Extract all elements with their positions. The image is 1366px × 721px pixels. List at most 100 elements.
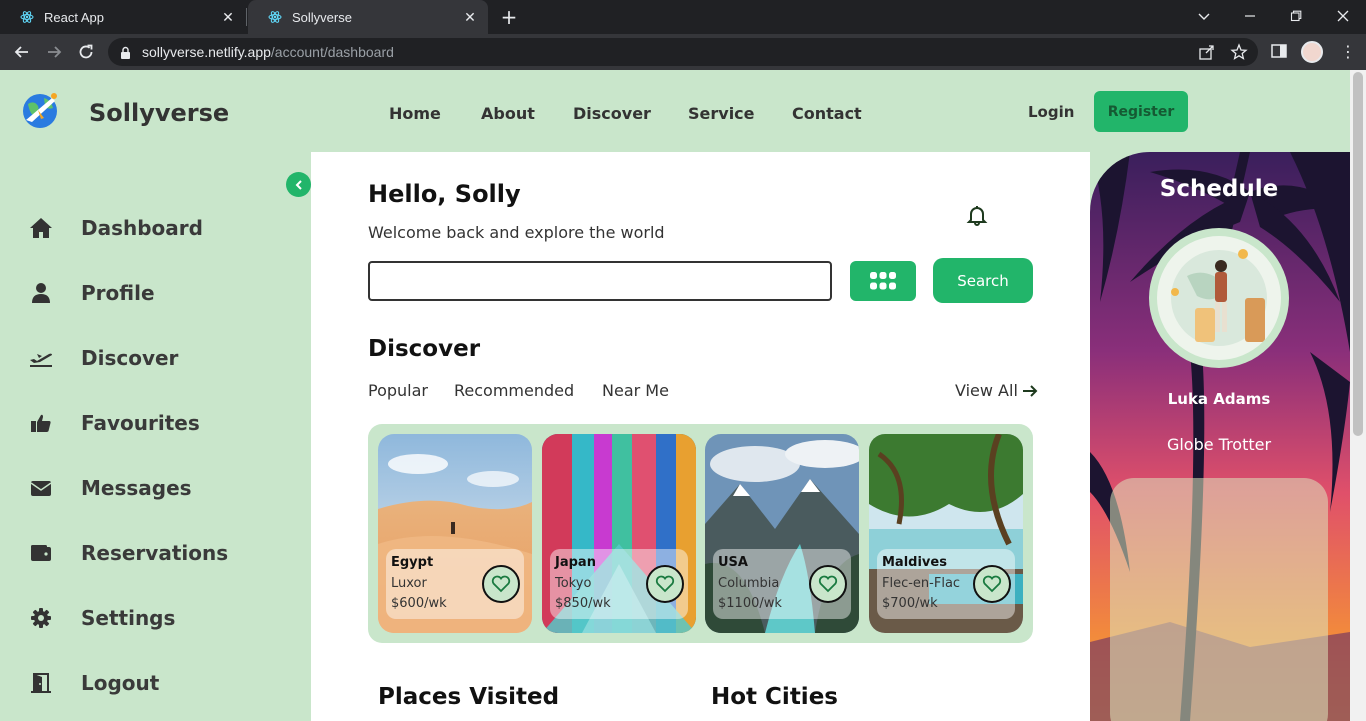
sidebar-item-messages[interactable]: Messages (28, 473, 192, 503)
nav-service[interactable]: Service (688, 104, 755, 123)
close-icon[interactable]: ✕ (462, 9, 478, 25)
sidebar-item-settings[interactable]: Settings (28, 603, 175, 633)
destination-carousel: Egypt Luxor $600/wk Japan Tokyo $850/wk … (368, 424, 1033, 643)
sidebar-item-label: Settings (81, 606, 176, 630)
schedule-card[interactable] (1110, 478, 1328, 721)
home-icon (28, 215, 54, 241)
nav-discover[interactable]: Discover (573, 104, 651, 123)
sidebar-item-label: Profile (81, 281, 155, 305)
destination-card[interactable]: Japan Tokyo $850/wk (542, 434, 696, 633)
user-name: Luka Adams (1167, 390, 1271, 408)
arrow-right-icon (1022, 384, 1038, 397)
restore-icon[interactable] (1284, 4, 1308, 28)
destination-info: USA Columbia $1100/wk (713, 549, 851, 619)
bell-icon[interactable] (966, 204, 988, 226)
new-tab-icon[interactable]: + (498, 6, 520, 28)
schedule-title: Schedule (1159, 176, 1279, 202)
collapse-sidebar-button[interactable] (286, 172, 311, 197)
sidebar-item-label: Reservations (81, 541, 229, 565)
chevron-down-icon[interactable] (1192, 4, 1216, 28)
browser-tab-title: React App (44, 9, 104, 25)
tab-divider (246, 8, 247, 26)
nav-contact[interactable]: Contact (792, 104, 862, 123)
sidebar-item-dashboard[interactable]: Dashboard (28, 213, 203, 243)
sidebar-item-favourites[interactable]: Favourites (28, 408, 200, 438)
sidebar-item-reservations[interactable]: Reservations (28, 538, 228, 568)
nav-home[interactable]: Home (389, 104, 441, 123)
section-title-hot-cities: Hot Cities (711, 684, 838, 710)
sidebar-item-logout[interactable]: Logout (28, 668, 159, 698)
brand-name[interactable]: Sollyverse (89, 99, 229, 127)
destination-country: Japan (555, 555, 596, 570)
destination-info: Egypt Luxor $600/wk (386, 549, 524, 619)
back-icon[interactable] (10, 40, 34, 64)
thumbs-up-icon (28, 410, 54, 436)
url-text: sollyverse.netlify.app/account/dashboard (142, 44, 394, 60)
sidebar-item-discover[interactable]: Discover (28, 343, 178, 373)
page-subtitle: Welcome back and explore the world (368, 223, 665, 242)
destination-card[interactable]: Egypt Luxor $600/wk (378, 434, 532, 633)
destination-card[interactable]: Maldives Flec-en-Flac $700/wk (869, 434, 1023, 633)
traveler-illustration (1157, 236, 1281, 360)
grid-icon (870, 272, 896, 290)
user-role: Globe Trotter (1166, 435, 1272, 454)
login-button[interactable]: Login (1028, 103, 1074, 121)
favourite-button[interactable] (646, 565, 684, 603)
section-title-places-visited: Places Visited (378, 684, 560, 710)
view-all-link[interactable]: View All (955, 381, 1038, 400)
sidebar-item-label: Messages (81, 476, 192, 500)
logo-globe-icon[interactable] (18, 88, 62, 132)
heart-icon (818, 575, 838, 593)
heart-icon (655, 575, 675, 593)
destination-city: Luxor (391, 576, 427, 591)
destination-price: $600/wk (391, 596, 447, 611)
sidebar-item-label: Dashboard (81, 216, 203, 240)
browser-tab[interactable]: React App ✕ (0, 0, 246, 34)
tab-recommended[interactable]: Recommended (454, 381, 574, 400)
sidebar-item-profile[interactable]: Profile (28, 278, 155, 308)
scrollbar[interactable] (1350, 70, 1366, 721)
destination-price: $700/wk (882, 596, 938, 611)
wallet-icon (28, 540, 54, 566)
destination-city: Columbia (718, 576, 780, 591)
destination-card[interactable]: USA Columbia $1100/wk (705, 434, 859, 633)
favourite-button[interactable] (482, 565, 520, 603)
close-window-icon[interactable] (1331, 4, 1355, 28)
url-host: sollyverse.netlify.app (142, 44, 271, 60)
chevron-left-icon (295, 179, 302, 190)
profile-avatar-icon[interactable] (1301, 41, 1323, 63)
sidebar-item-label: Discover (81, 346, 179, 370)
plane-takeoff-icon (28, 345, 54, 371)
dashboard-main: Hello, Solly Welcome back and explore th… (311, 152, 1090, 721)
avatar[interactable] (1149, 228, 1289, 368)
tab-popular[interactable]: Popular (368, 381, 428, 400)
gear-icon (28, 605, 54, 631)
destination-country: Maldives (882, 555, 947, 570)
forward-icon[interactable] (42, 40, 66, 64)
favourite-button[interactable] (973, 565, 1011, 603)
minimize-icon[interactable] (1238, 4, 1262, 28)
search-input[interactable] (368, 261, 832, 301)
heart-icon (982, 575, 1002, 593)
door-exit-icon (28, 670, 54, 696)
address-bar: sollyverse.netlify.app/account/dashboard… (0, 34, 1366, 70)
grid-view-button[interactable] (850, 261, 916, 301)
register-button[interactable]: Register (1094, 91, 1188, 132)
reload-icon[interactable] (74, 40, 98, 64)
nav-about[interactable]: About (481, 104, 535, 123)
section-title-discover: Discover (368, 336, 481, 362)
scrollbar-thumb[interactable] (1353, 72, 1363, 436)
browser-tab-active[interactable]: Sollyverse ✕ (248, 0, 488, 34)
more-menu-icon[interactable]: ⋮ (1340, 42, 1356, 62)
side-panel-icon[interactable] (1270, 42, 1290, 62)
close-icon[interactable]: ✕ (220, 9, 236, 25)
destination-price: $850/wk (555, 596, 611, 611)
url-field[interactable]: sollyverse.netlify.app/account/dashboard (108, 38, 1258, 66)
favourite-button[interactable] (809, 565, 847, 603)
share-icon[interactable] (1198, 43, 1216, 61)
star-icon[interactable] (1230, 43, 1248, 61)
tab-near-me[interactable]: Near Me (602, 381, 669, 400)
destination-info: Maldives Flec-en-Flac $700/wk (877, 549, 1015, 619)
search-button[interactable]: Search (933, 258, 1033, 303)
sidebar-item-label: Favourites (81, 411, 200, 435)
